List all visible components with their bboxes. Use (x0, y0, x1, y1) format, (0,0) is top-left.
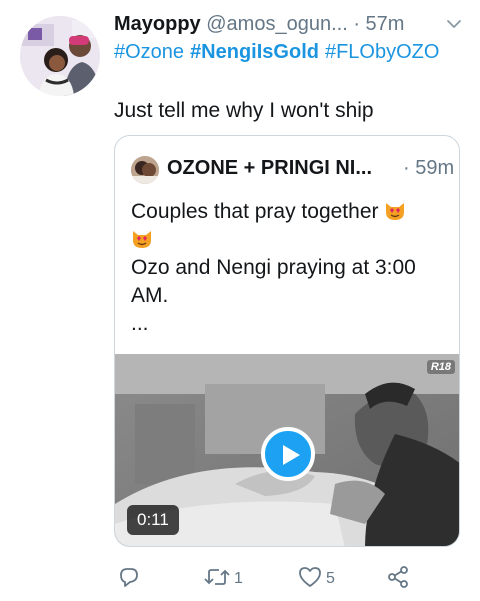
quoted-tweet-header: OZONE + PRINGI NI... · 59m (131, 154, 454, 184)
play-button[interactable] (261, 427, 315, 481)
reply-icon (118, 566, 140, 593)
hashtag-link[interactable]: #Ozone (114, 41, 184, 63)
quoted-text-line: Ozo and Nengi praying at 3:00 AM. (131, 256, 416, 307)
play-icon (283, 445, 300, 465)
video-watermark: R18 (426, 360, 455, 374)
tweet-actions: 1 5 (114, 564, 460, 594)
quoted-timestamp: · 59m (403, 154, 454, 182)
retweet-button[interactable]: 1 (204, 564, 243, 594)
like-count: 5 (326, 570, 335, 587)
quoted-time[interactable]: 59m (415, 157, 454, 179)
author-name[interactable]: Mayoppy (114, 13, 201, 35)
cat-heart-eyes-emoji (131, 228, 153, 250)
retweet-count: 1 (234, 570, 243, 587)
separator-dot: · (403, 157, 410, 179)
cat-heart-eyes-emoji (384, 200, 406, 222)
quoted-text: Couples that pray together Ozo and Nengi… (131, 198, 447, 338)
video-duration: 0:11 (127, 505, 179, 535)
caret-down-icon[interactable] (444, 14, 464, 34)
share-icon (386, 565, 410, 594)
tweet-text: Just tell me why I won't ship (114, 99, 374, 122)
like-icon (298, 566, 322, 593)
author-avatar[interactable] (20, 16, 100, 96)
separator-dot: · (353, 13, 360, 35)
quoted-text-ellipsis: ... (131, 312, 149, 335)
hashtag-link[interactable]: #NengiIsGold (190, 41, 319, 63)
quoted-text-line: Couples that pray together (131, 200, 379, 223)
reply-button[interactable] (118, 564, 140, 594)
quoted-author-avatar[interactable] (131, 156, 159, 184)
quoted-author-name[interactable]: OZONE + PRINGI NI... (167, 154, 372, 182)
share-button[interactable] (386, 564, 410, 594)
like-button[interactable]: 5 (298, 564, 335, 594)
retweet-icon (204, 566, 230, 593)
video-player[interactable]: R18 0:11 (115, 354, 459, 546)
tweet-timestamp[interactable]: 57m (366, 13, 405, 35)
hashtag-line: #Ozone #NengiIsGold #FLObyOZO (114, 40, 445, 64)
tweet-header: Mayoppy @amos_ogun... · 57m (114, 12, 464, 36)
author-handle[interactable]: @amos_ogun... (206, 13, 348, 35)
quoted-tweet[interactable]: OZONE + PRINGI NI... · 59m Couples that … (114, 135, 460, 547)
hashtag-link[interactable]: #FLObyOZO (325, 41, 439, 63)
